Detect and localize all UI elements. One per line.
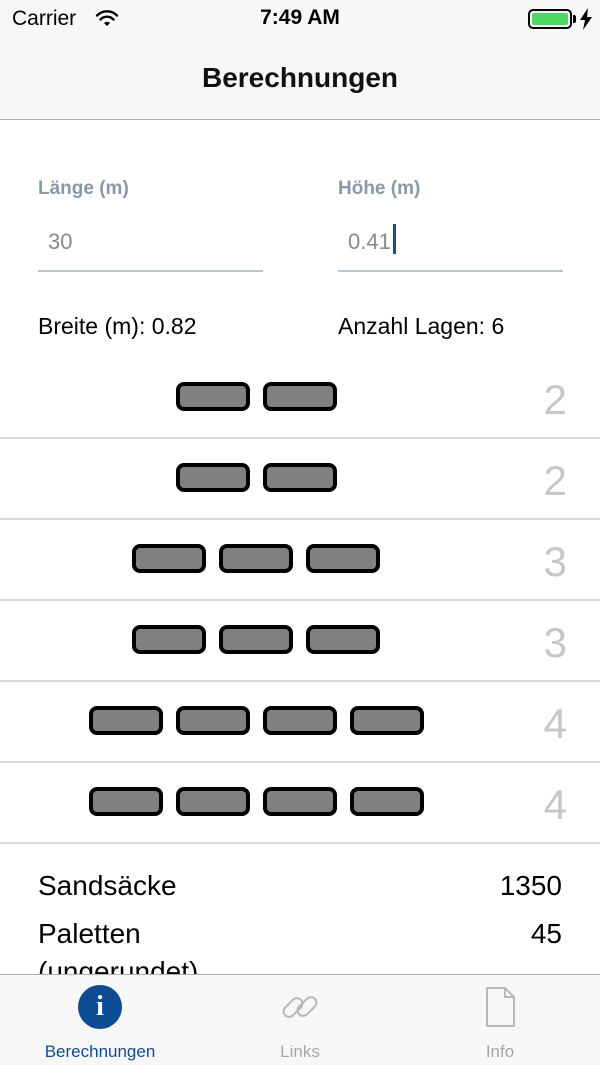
link-icon [282, 996, 318, 1018]
tab-info[interactable]: Info [400, 975, 600, 1065]
sandbag-icon [132, 625, 206, 654]
pallets-sublabel: (ungerundet) [38, 956, 199, 974]
layer-count: 3 [543, 538, 567, 585]
tab-label: Info [485, 1042, 515, 1061]
sandbag-icon [262, 706, 337, 735]
tab-berechnungen[interactable]: i Berechnungen [0, 975, 200, 1065]
sandbag-group [0, 625, 512, 654]
tab-bar: i Berechnungen Links Info [0, 974, 600, 1065]
layer-row: 4 [0, 682, 600, 763]
layer-row: 2 [0, 439, 600, 520]
navigation-bar: Berechnungen [0, 40, 600, 120]
sandbag-icon [175, 787, 250, 816]
battery-icon [528, 9, 572, 29]
sandbag-group [0, 544, 512, 573]
info-icon: i [78, 985, 122, 1029]
sandbag-icon [175, 706, 250, 735]
summary: Sandsäcke 1350 Paletten 45 (ungerundet) [0, 870, 600, 974]
sandbag-group [0, 787, 512, 816]
sandbag-icon [219, 625, 293, 654]
charging-bolt-icon [580, 8, 592, 30]
layer-row: 3 [0, 520, 600, 601]
layer-count: 2 [543, 376, 567, 423]
layer-row: 2 [0, 358, 600, 439]
sandbag-icon [262, 787, 337, 816]
tab-links[interactable]: Links [200, 975, 400, 1065]
layer-row: 4 [0, 763, 600, 844]
layer-count: 4 [543, 781, 567, 828]
layer-count: 4 [543, 700, 567, 747]
height-input[interactable] [338, 220, 563, 272]
sandbags-value: 1350 [499, 870, 562, 901]
layer-list: 2 2 3 3 4 4 [0, 358, 600, 844]
length-input[interactable] [38, 220, 263, 272]
page-title: Berechnungen [201, 62, 399, 93]
width-result: Breite (m): 0.82 [38, 313, 197, 339]
sandbag-icon [306, 625, 380, 654]
sandbag-icon [306, 544, 380, 573]
sandbags-row: Sandsäcke 1350 [0, 870, 600, 918]
sandbag-icon [88, 787, 163, 816]
sandbag-icon [132, 544, 206, 573]
sandbag-group [0, 463, 512, 492]
sandbag-icon [175, 463, 250, 492]
sandbag-icon [349, 787, 424, 816]
battery-cap [573, 15, 576, 23]
status-time: 7:49 AM [260, 6, 340, 29]
pallets-label: Paletten [38, 918, 141, 949]
sandbag-icon [175, 382, 250, 411]
sandbag-group [0, 382, 512, 411]
battery-level [532, 13, 568, 25]
document-icon [486, 987, 515, 1027]
sandbags-label: Sandsäcke [38, 870, 177, 901]
layer-row: 3 [0, 601, 600, 682]
sandbag-icon [262, 382, 337, 411]
layer-count: 2 [543, 457, 567, 504]
text-caret [393, 224, 396, 254]
sandbag-group [0, 706, 512, 735]
height-label: Höhe (m) [338, 178, 421, 199]
layer-count: 3 [543, 619, 567, 666]
status-bar: Carrier 7:49 AM [0, 0, 600, 40]
pallets-value: 45 [530, 918, 562, 949]
tab-label: Berechnungen [44, 1042, 156, 1061]
tab-label: Links [280, 1042, 320, 1061]
sandbag-icon [349, 706, 424, 735]
layers-result: Anzahl Lagen: 6 [338, 313, 505, 339]
sandbag-icon [88, 706, 163, 735]
sandbag-icon [262, 463, 337, 492]
sandbag-icon [219, 544, 293, 573]
length-label: Länge (m) [38, 178, 129, 199]
